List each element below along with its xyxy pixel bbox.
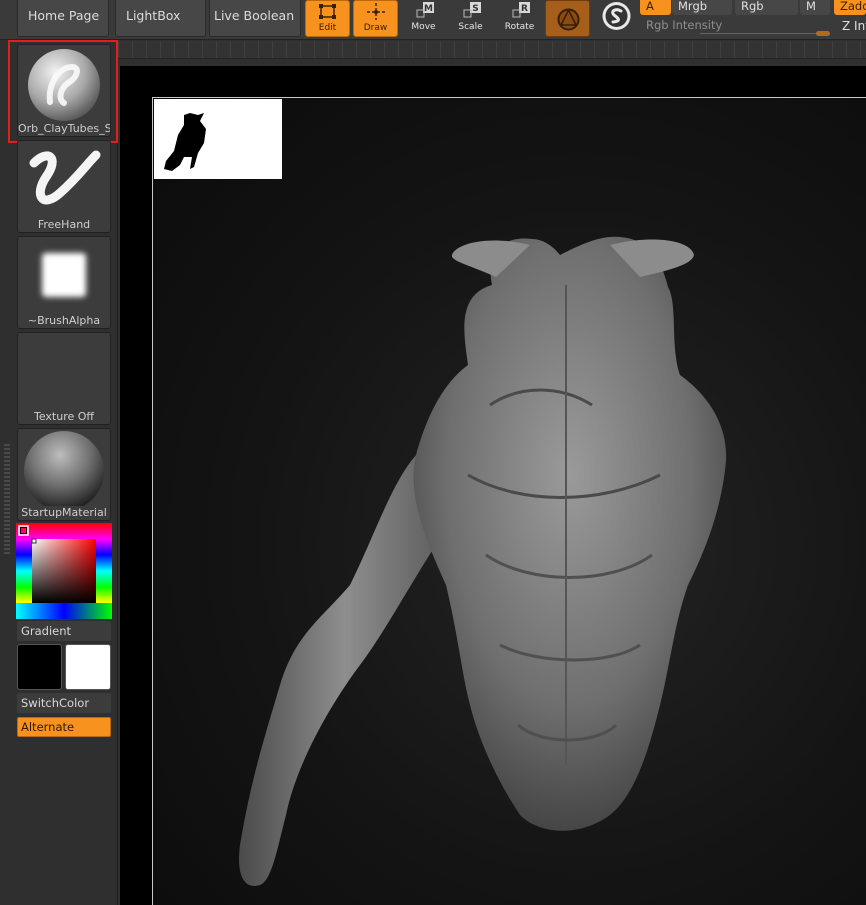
svg-text:M: M xyxy=(424,4,433,14)
zbrush-window: Home Page LightBox Live Boolean Edit Dra… xyxy=(0,0,866,905)
rotate-icon: R xyxy=(497,0,542,21)
rgb-intensity-label: Rgb Intensity xyxy=(646,18,723,32)
move-button[interactable]: M Move xyxy=(401,0,446,37)
switch-color-button[interactable]: SwitchColor xyxy=(17,693,111,713)
zadd-button[interactable]: Zadd xyxy=(834,0,866,15)
3d-model-sculpt[interactable] xyxy=(200,225,760,905)
material-slot[interactable]: StartupMaterial xyxy=(17,428,111,521)
brush-selection-highlight xyxy=(8,40,118,143)
top-toolbar: Home Page LightBox Live Boolean Edit Dra… xyxy=(0,0,866,40)
stroke-slot[interactable]: FreeHand xyxy=(17,140,111,233)
z-intensity-slider[interactable]: Z Int xyxy=(842,19,866,33)
rgb-intensity-slider[interactable]: Rgb Intensity xyxy=(640,16,832,38)
model-silhouette-icon xyxy=(164,113,206,171)
rgb-intensity-track xyxy=(700,33,830,34)
draw-label: Draw xyxy=(363,23,388,33)
material-label: StartupMaterial xyxy=(21,506,107,519)
freehand-stroke-icon xyxy=(29,150,101,205)
gradient-toggle[interactable]: Gradient xyxy=(17,621,111,641)
edit-button[interactable]: Edit xyxy=(305,0,350,37)
color-picker[interactable] xyxy=(16,523,112,619)
edit-icon xyxy=(306,1,349,22)
alternate-button[interactable]: Alternate xyxy=(17,717,111,737)
alpha-slot[interactable]: ~BrushAlpha xyxy=(17,236,111,329)
texture-label: Texture Off xyxy=(33,410,94,423)
spotlight-button[interactable] xyxy=(594,0,639,37)
spotlight-s-icon xyxy=(602,2,631,30)
top-ruler xyxy=(118,41,866,59)
navigator-thumbnail[interactable] xyxy=(154,99,282,179)
rgb-button[interactable]: Rgb xyxy=(735,0,798,15)
material-sphere-icon xyxy=(24,431,104,506)
draw-icon xyxy=(354,1,397,22)
rotate-label: Rotate xyxy=(504,22,535,32)
edit-label: Edit xyxy=(318,23,337,33)
lightbox-button[interactable]: LightBox xyxy=(115,0,206,37)
draw-button[interactable]: Draw xyxy=(353,0,398,37)
svg-text:S: S xyxy=(472,4,478,14)
rgb-intensity-knob[interactable] xyxy=(816,31,830,36)
scale-label: Scale xyxy=(458,22,483,32)
material-button[interactable] xyxy=(545,0,590,37)
brush-alpha-icon xyxy=(42,253,86,297)
mrgb-button[interactable]: Mrgb xyxy=(672,0,732,15)
rotate-button[interactable]: R Rotate xyxy=(497,0,542,37)
scale-button[interactable]: S Scale xyxy=(448,0,493,37)
scale-icon: S xyxy=(448,0,493,21)
texture-slot[interactable]: Texture Off xyxy=(17,332,111,425)
svg-text:R: R xyxy=(521,4,528,14)
alpha-label: ~BrushAlpha xyxy=(27,314,101,327)
move-icon: M xyxy=(401,0,446,21)
m-button[interactable]: M xyxy=(800,0,830,15)
shelf-drag-handle[interactable] xyxy=(4,444,10,554)
a-toggle[interactable]: A xyxy=(640,0,671,15)
stroke-label: FreeHand xyxy=(37,218,91,231)
move-label: Move xyxy=(411,22,436,32)
secondary-color-swatch[interactable] xyxy=(65,644,111,690)
material-ball-icon xyxy=(557,8,580,31)
home-page-button[interactable]: Home Page xyxy=(17,0,109,37)
live-boolean-button[interactable]: Live Boolean xyxy=(209,0,301,37)
main-color-swatch[interactable] xyxy=(17,644,62,690)
